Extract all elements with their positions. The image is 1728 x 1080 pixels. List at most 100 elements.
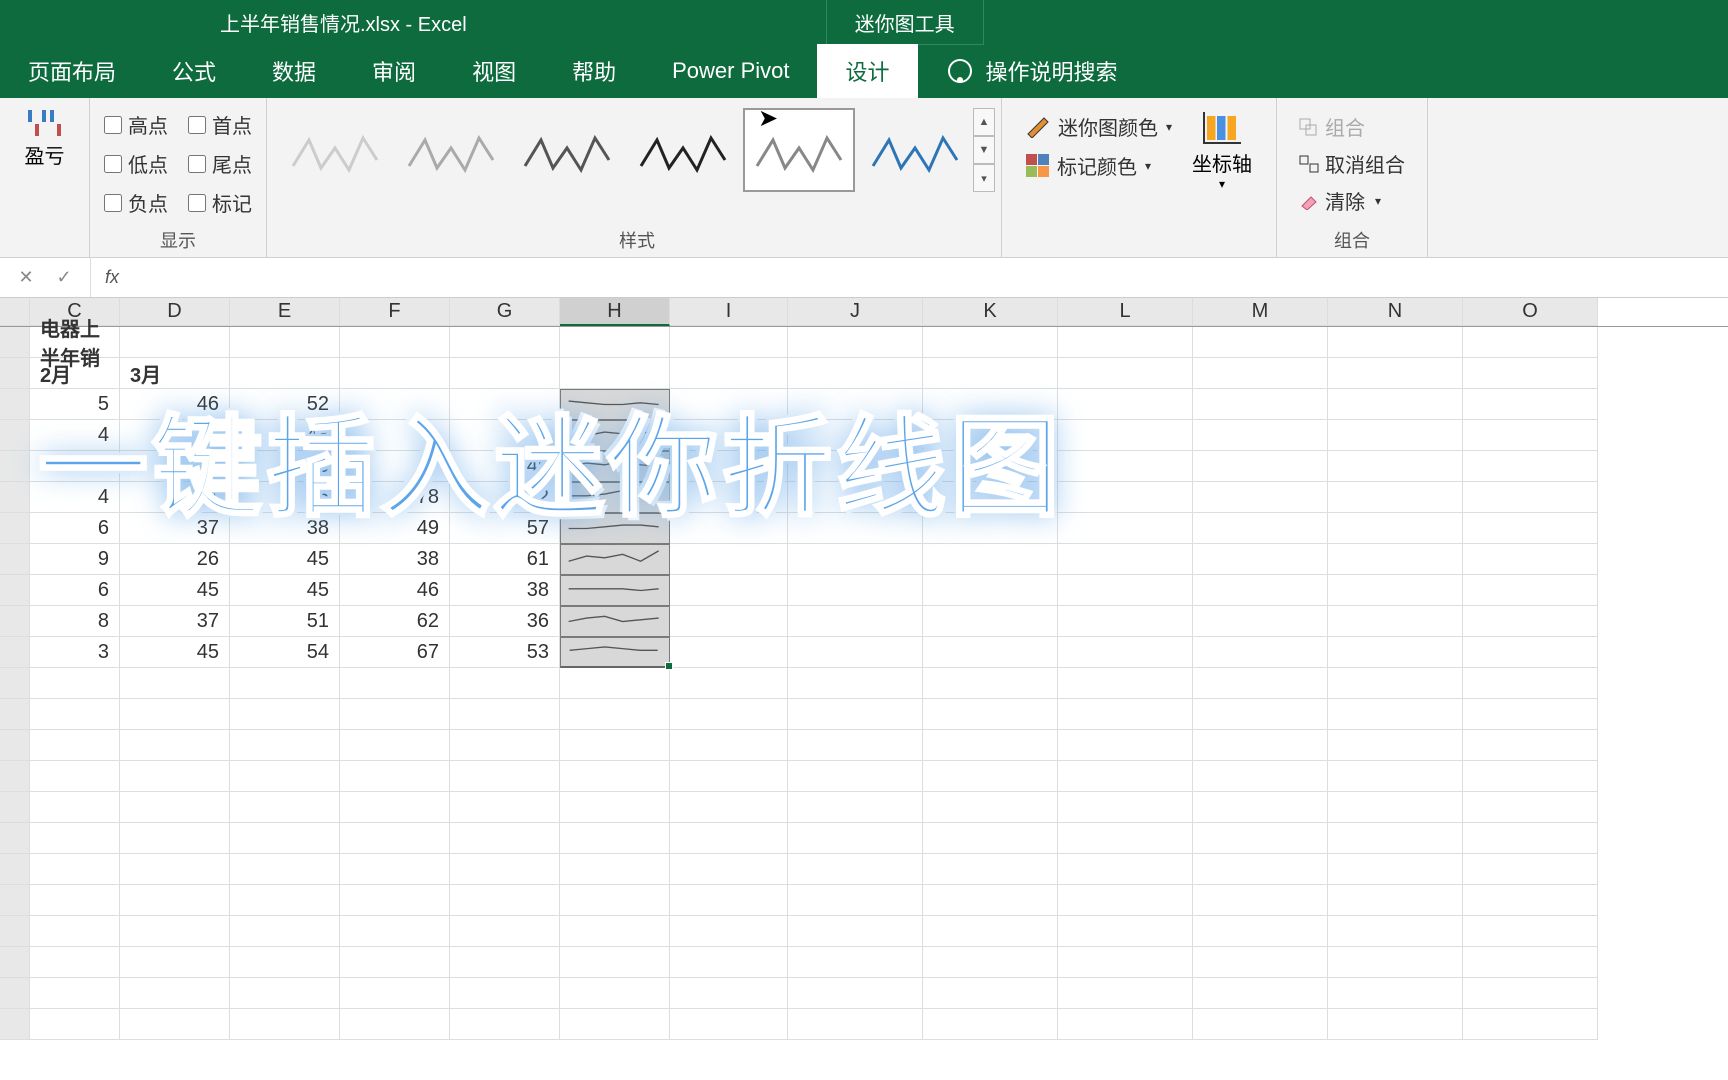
style-option-2[interactable] — [511, 108, 623, 192]
cell[interactable] — [1193, 699, 1328, 730]
colhdr-L[interactable]: L — [1058, 298, 1193, 326]
cell[interactable] — [30, 699, 120, 730]
cell[interactable] — [923, 854, 1058, 885]
cell[interactable] — [560, 699, 670, 730]
cell[interactable] — [1328, 606, 1463, 637]
cell[interactable] — [788, 978, 923, 1009]
cell[interactable] — [1328, 358, 1463, 389]
cell[interactable] — [560, 730, 670, 761]
cell[interactable] — [1193, 327, 1328, 358]
cell[interactable] — [1058, 947, 1193, 978]
cell[interactable] — [30, 916, 120, 947]
cell[interactable] — [1463, 885, 1598, 916]
colhdr-F[interactable]: F — [340, 298, 450, 326]
cell[interactable] — [1463, 792, 1598, 823]
cell[interactable] — [1193, 451, 1328, 482]
cell[interactable] — [1193, 358, 1328, 389]
cell[interactable] — [120, 1009, 230, 1040]
cell[interactable] — [1193, 637, 1328, 668]
cell[interactable]: 62 — [340, 606, 450, 637]
cell[interactable] — [1463, 1009, 1598, 1040]
cell[interactable] — [560, 668, 670, 699]
cell[interactable] — [30, 761, 120, 792]
cell[interactable] — [560, 327, 670, 358]
cell[interactable]: 38 — [340, 544, 450, 575]
formula-input[interactable] — [133, 258, 1728, 297]
cell[interactable] — [340, 978, 450, 1009]
cell[interactable]: 45 — [120, 575, 230, 606]
cell[interactable] — [340, 947, 450, 978]
cell[interactable] — [340, 916, 450, 947]
cell[interactable] — [788, 947, 923, 978]
cell[interactable] — [450, 854, 560, 885]
cell[interactable] — [560, 823, 670, 854]
cell[interactable] — [670, 885, 788, 916]
cell[interactable] — [450, 1009, 560, 1040]
cell[interactable]: 53 — [450, 637, 560, 668]
cell[interactable] — [450, 327, 560, 358]
cell[interactable] — [1058, 420, 1193, 451]
tab-formulas[interactable]: 公式 — [144, 44, 244, 98]
markers-checkbox[interactable]: 标记 — [188, 188, 252, 217]
cell[interactable] — [1463, 823, 1598, 854]
cell[interactable] — [788, 730, 923, 761]
cell[interactable] — [560, 606, 670, 637]
cell[interactable] — [230, 792, 340, 823]
cell[interactable] — [788, 792, 923, 823]
cell[interactable] — [1328, 885, 1463, 916]
enter-formula-button[interactable]: ✓ — [54, 268, 74, 288]
cell[interactable] — [1463, 420, 1598, 451]
cell[interactable] — [1328, 730, 1463, 761]
colhdr-M[interactable]: M — [1193, 298, 1328, 326]
cell[interactable] — [670, 730, 788, 761]
cell[interactable] — [120, 854, 230, 885]
cell[interactable]: 37 — [120, 606, 230, 637]
cell[interactable] — [1463, 699, 1598, 730]
style-gallery-expand[interactable]: ▾ — [973, 164, 995, 192]
cell[interactable] — [450, 761, 560, 792]
cell[interactable] — [1058, 482, 1193, 513]
cell[interactable] — [560, 792, 670, 823]
cell[interactable] — [230, 699, 340, 730]
cell[interactable] — [788, 575, 923, 606]
cell[interactable] — [1193, 668, 1328, 699]
cell[interactable] — [230, 947, 340, 978]
cell[interactable] — [670, 978, 788, 1009]
cell[interactable] — [1193, 792, 1328, 823]
cell[interactable]: 9 — [30, 544, 120, 575]
style-gallery[interactable] — [279, 108, 971, 192]
cell[interactable] — [1058, 451, 1193, 482]
cell[interactable] — [1463, 978, 1598, 1009]
cell[interactable] — [230, 327, 340, 358]
cell[interactable] — [788, 606, 923, 637]
winloss-button[interactable]: 盈亏 — [14, 106, 75, 173]
sparkline-color-button[interactable]: 迷你图颜色▾ — [1026, 112, 1172, 141]
cell[interactable] — [1463, 482, 1598, 513]
cell[interactable] — [1058, 854, 1193, 885]
colhdr-O[interactable]: O — [1463, 298, 1598, 326]
cell[interactable] — [1463, 947, 1598, 978]
cell[interactable] — [1058, 916, 1193, 947]
colhdr-G[interactable]: G — [450, 298, 560, 326]
cell[interactable] — [1328, 1009, 1463, 1040]
cell[interactable] — [1058, 575, 1193, 606]
cell[interactable] — [1463, 761, 1598, 792]
cell[interactable] — [340, 668, 450, 699]
cell[interactable] — [923, 575, 1058, 606]
cell[interactable] — [120, 327, 230, 358]
cell[interactable] — [1193, 389, 1328, 420]
cell[interactable] — [1328, 668, 1463, 699]
cell[interactable] — [450, 699, 560, 730]
cell[interactable] — [1328, 761, 1463, 792]
cell[interactable] — [1058, 358, 1193, 389]
cell[interactable] — [670, 637, 788, 668]
cell[interactable] — [560, 761, 670, 792]
cell[interactable] — [1328, 420, 1463, 451]
ungroup-button[interactable]: 取消组合 — [1299, 149, 1405, 178]
cell[interactable] — [1328, 699, 1463, 730]
cell[interactable] — [1193, 482, 1328, 513]
cell[interactable] — [1328, 451, 1463, 482]
cell[interactable] — [30, 978, 120, 1009]
cell[interactable] — [560, 885, 670, 916]
cell[interactable] — [1058, 730, 1193, 761]
